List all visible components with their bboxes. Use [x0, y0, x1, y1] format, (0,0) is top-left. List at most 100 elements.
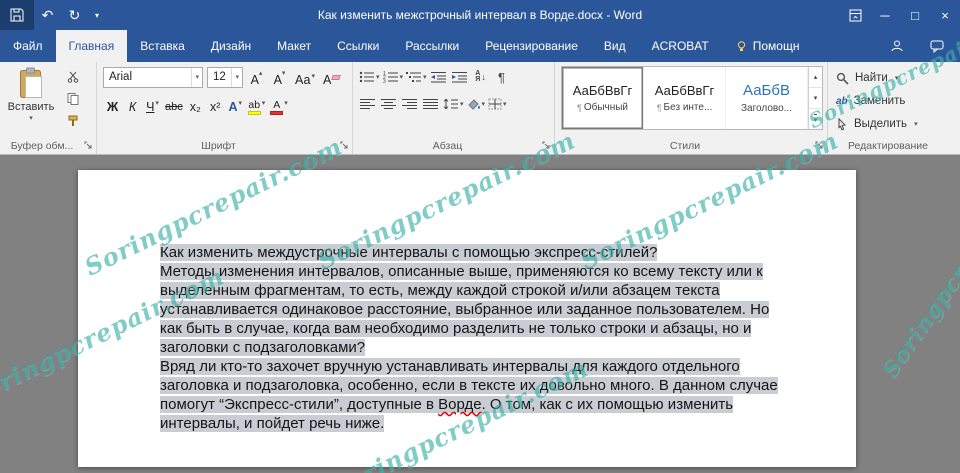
- borders-icon: [488, 98, 502, 110]
- strikethrough-button[interactable]: abc: [163, 93, 185, 115]
- font-row-1: Arial ▾ 12 ▾ А▴ А▾ Аа▾ А: [103, 66, 342, 88]
- dialog-launcher-icon[interactable]: [814, 140, 826, 152]
- user-icon[interactable]: [890, 39, 904, 53]
- document-line[interactable]: помогут “Экспресс-стили”, доступные в Во…: [160, 395, 778, 414]
- tab-home[interactable]: Главная: [56, 30, 128, 62]
- document-line[interactable]: заголовка и подзаголовка, особенно, если…: [160, 376, 778, 395]
- titlebar-right-icons: [890, 30, 960, 62]
- font-color-button[interactable]: А ▾: [268, 93, 290, 115]
- dialog-launcher-icon[interactable]: [339, 140, 351, 152]
- gallery-scroll-down-icon[interactable]: ▾: [809, 87, 822, 108]
- sort-button[interactable]: АЯ ↓: [472, 66, 490, 88]
- format-painter-button[interactable]: [60, 112, 86, 130]
- feedback-icon[interactable]: [930, 40, 944, 53]
- cut-button[interactable]: [60, 68, 86, 86]
- ribbon-display-options-button[interactable]: [840, 0, 870, 30]
- style-card-normal[interactable]: АаБбВвГг ¶Обычный: [562, 67, 644, 129]
- underline-button[interactable]: Ч▾: [143, 93, 162, 115]
- bullets-button[interactable]: ▾: [359, 66, 380, 88]
- style-card-heading[interactable]: АаБбВ Заголово...: [726, 67, 808, 129]
- format-painter-icon: [67, 115, 79, 127]
- font-size-combo[interactable]: 12 ▾: [207, 67, 243, 88]
- scissors-icon: [67, 71, 79, 83]
- show-formatting-marks-button[interactable]: ¶: [493, 66, 511, 88]
- grow-font-button[interactable]: А▴: [247, 66, 266, 88]
- line-spacing-button[interactable]: ▾: [443, 93, 464, 115]
- find-label: Найти: [855, 72, 888, 84]
- italic-button[interactable]: К: [123, 93, 142, 115]
- chevron-down-icon: ▾: [284, 96, 288, 112]
- gallery-scroll-up-icon[interactable]: ▴: [809, 67, 822, 87]
- paste-button[interactable]: Вставить ▾: [7, 67, 55, 135]
- minimize-icon: ─: [880, 8, 889, 23]
- shading-button[interactable]: ▾: [467, 93, 486, 115]
- document-line[interactable]: как быть в случае, когда вам необходимо …: [160, 319, 778, 338]
- chevron-down-icon: ▾: [460, 100, 464, 108]
- document-line[interactable]: заголовки с подзаголовками?: [160, 338, 778, 357]
- paragraph-row-1: ▾ 123 ▾ ▾ АЯ ↓: [359, 66, 511, 88]
- document-line[interactable]: Вряд ли кто-то захочет вручную устанавли…: [160, 357, 778, 376]
- text-highlight-button[interactable]: ab ▾: [246, 93, 268, 115]
- document-line[interactable]: устанавливается одинаковое расстояние, в…: [160, 300, 778, 319]
- borders-button[interactable]: ▾: [488, 93, 507, 115]
- select-button[interactable]: Выделить ▾: [836, 114, 918, 134]
- replace-button[interactable]: ab Заменить: [836, 91, 905, 111]
- align-center-button[interactable]: [380, 93, 398, 115]
- styles-gallery-scrollbar: ▴ ▾ ▾: [808, 67, 822, 129]
- document-area: Как изменить междустрочные интервалы с п…: [0, 155, 960, 473]
- justify-button[interactable]: [422, 93, 440, 115]
- change-case-button[interactable]: Аа▾: [293, 66, 317, 88]
- arrow-down-icon: ▾: [282, 66, 286, 82]
- document-line[interactable]: Как изменить междустрочные интервалы с п…: [160, 243, 778, 262]
- svg-text:3: 3: [383, 79, 386, 83]
- align-left-button[interactable]: [359, 93, 377, 115]
- tab-mailings[interactable]: Рассылки: [392, 30, 472, 62]
- ribbon: Вставить ▾: [0, 62, 960, 155]
- minimize-button[interactable]: ─: [870, 0, 900, 30]
- sort-icon: АЯ: [475, 71, 480, 84]
- tab-references[interactable]: Ссылки: [324, 30, 392, 62]
- qat-customize-button[interactable]: ▾: [88, 0, 106, 30]
- multilevel-list-button[interactable]: ▾: [406, 66, 427, 88]
- subscript-button[interactable]: x₂: [186, 93, 205, 115]
- document-line[interactable]: интервалы, и пойдет речь ниже.: [160, 414, 778, 433]
- redo-button[interactable]: ↻: [61, 0, 88, 30]
- tab-assistant[interactable]: Помощн: [722, 30, 813, 62]
- gallery-more-icon[interactable]: ▾: [809, 108, 822, 129]
- chevron-down-icon: ▾: [482, 100, 486, 108]
- text-effects-button[interactable]: А▾: [226, 93, 245, 115]
- text-run: . О том, как с их помощью изменить: [482, 396, 734, 413]
- document-line[interactable]: выделенным фрагментам, то есть, между ка…: [160, 281, 778, 300]
- bold-button[interactable]: Ж: [103, 93, 122, 115]
- document-line[interactable]: Методы изменения интервалов, описанные в…: [160, 262, 778, 281]
- numbering-button[interactable]: 123 ▾: [383, 66, 404, 88]
- superscript-button[interactable]: x²: [206, 93, 225, 115]
- tab-design[interactable]: Дизайн: [198, 30, 264, 62]
- align-right-button[interactable]: [401, 93, 419, 115]
- find-button[interactable]: Найти ▾: [836, 68, 898, 88]
- ribbon-display-options-icon: [849, 9, 862, 22]
- clear-formatting-button[interactable]: А: [321, 66, 342, 88]
- decrease-indent-button[interactable]: [430, 66, 448, 88]
- dialog-launcher-icon[interactable]: [541, 140, 553, 152]
- copy-button[interactable]: [60, 90, 86, 108]
- tab-view[interactable]: Вид: [591, 30, 639, 62]
- document-page[interactable]: Как изменить междустрочные интервалы с п…: [78, 170, 856, 467]
- tab-acrobat[interactable]: ACROBAT: [639, 30, 722, 62]
- chevron-down-icon: ▾: [914, 120, 918, 128]
- shrink-font-button[interactable]: А▾: [270, 66, 289, 88]
- save-button[interactable]: [0, 0, 34, 30]
- tab-review[interactable]: Рецензирование: [472, 30, 591, 62]
- maximize-icon: □: [911, 8, 919, 23]
- close-button[interactable]: ×: [930, 0, 960, 30]
- style-card-no-spacing[interactable]: АаБбВвГг ¶Без инте...: [644, 67, 726, 129]
- maximize-button[interactable]: □: [900, 0, 930, 30]
- undo-button[interactable]: ↶: [34, 0, 61, 30]
- font-name-combo[interactable]: Arial ▾: [103, 67, 203, 88]
- tab-insert[interactable]: Вставка: [127, 30, 198, 62]
- text-effects-letter: А: [228, 99, 237, 115]
- increase-indent-button[interactable]: [451, 66, 469, 88]
- tab-layout[interactable]: Макет: [264, 30, 324, 62]
- dialog-launcher-icon[interactable]: [83, 140, 95, 152]
- tab-file[interactable]: Файл: [0, 30, 56, 62]
